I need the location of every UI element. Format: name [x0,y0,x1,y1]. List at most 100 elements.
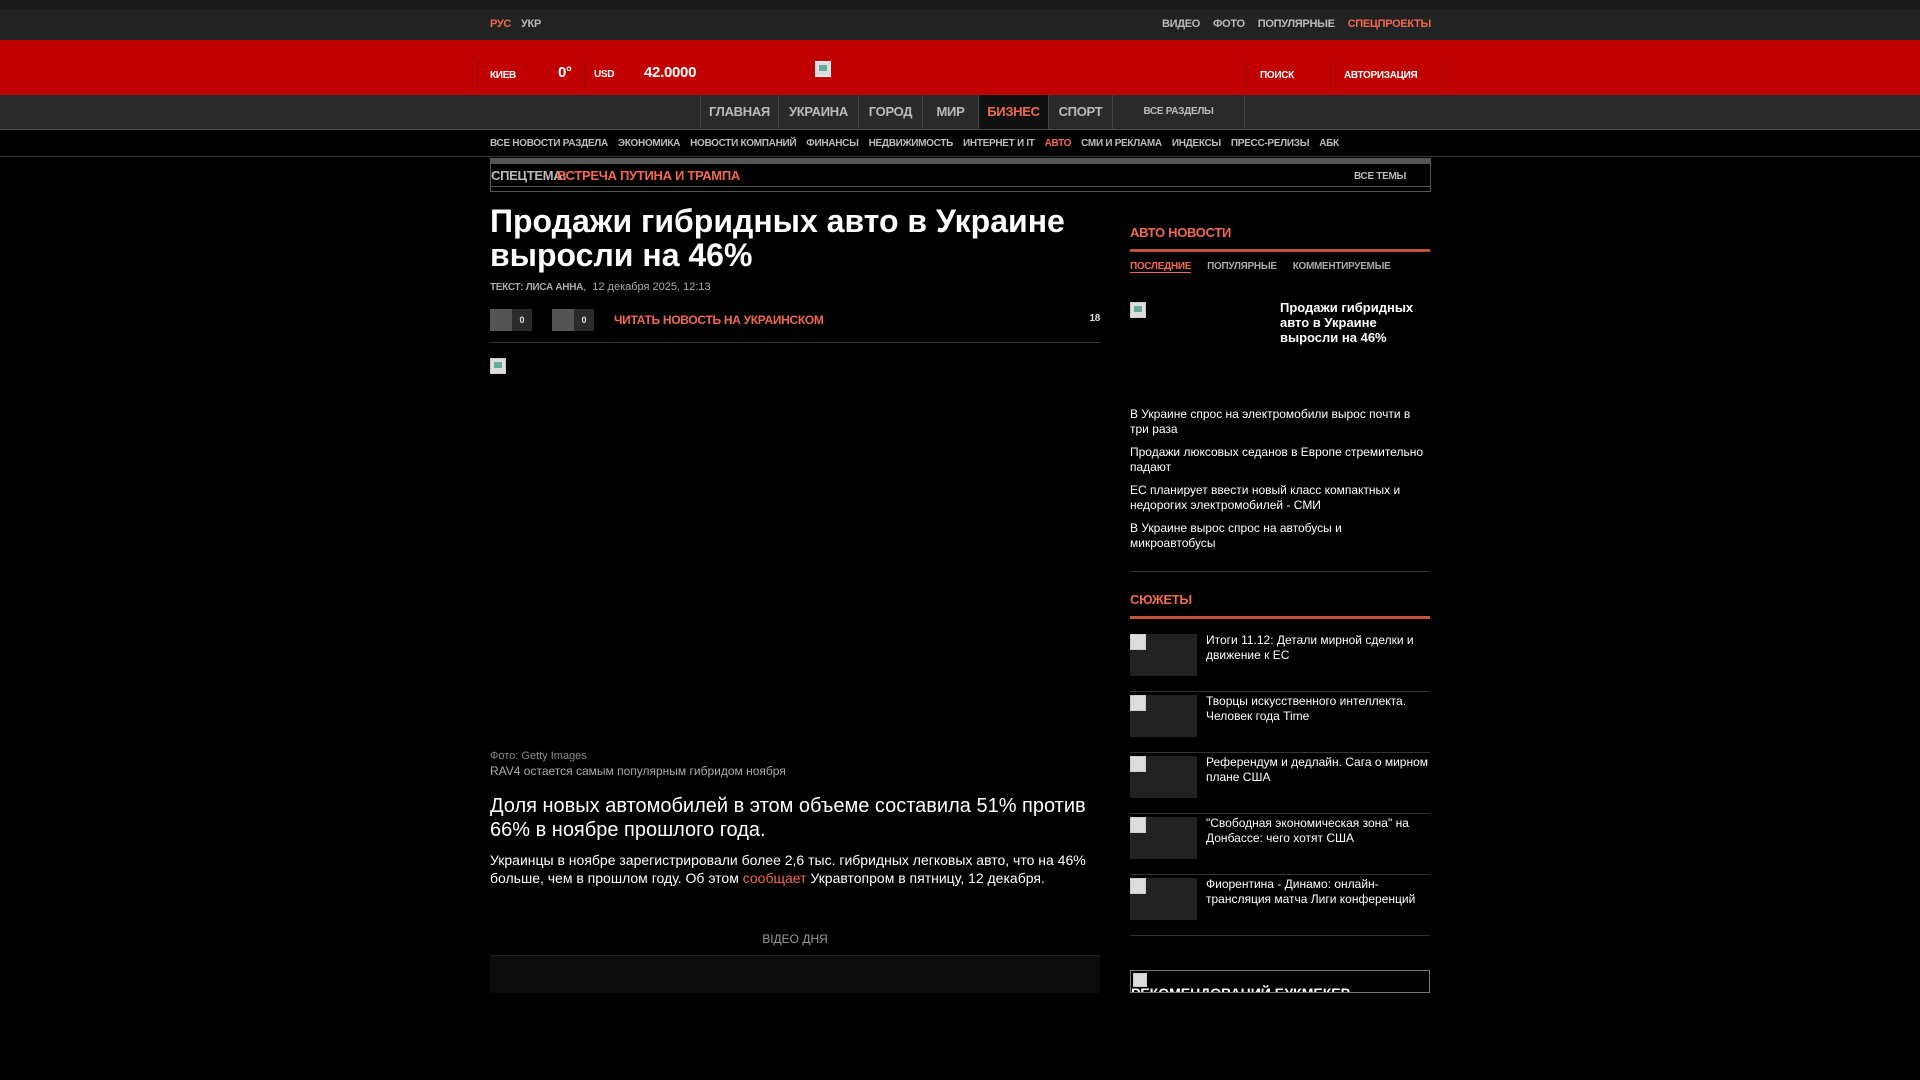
story-thumbnail-icon [1130,817,1197,859]
subnav-economy[interactable]: ЭКОНОМИКА [618,138,680,149]
divider [1130,249,1430,252]
subnav-abk[interactable]: АБК [1319,138,1339,149]
header-divider [1330,60,1331,88]
top-strip [0,0,1920,10]
nav-business[interactable]: БИЗНЕС [978,95,1048,129]
article-date: 12 декабря 2025, 12:13 [592,281,711,293]
topnav-specprojects[interactable]: СПЕЦПРОЕКТЫ [1348,18,1432,30]
site-logo-icon[interactable] [815,61,831,77]
divider [1130,616,1430,619]
list-item[interactable]: В Украине вырос спрос на автобусы и микр… [1130,521,1430,559]
page-bottom [0,993,1920,1080]
subnav-press-releases[interactable]: ПРЕСС-РЕЛИЗЫ [1231,138,1310,149]
currency-code[interactable]: USD [594,69,615,80]
login-button[interactable]: АВТОРИЗАЦИЯ [1344,70,1418,81]
all-themes-link[interactable]: ВСЕ ТЕМЫ [1354,171,1406,182]
article-lead: Доля новых автомобилей в этом объеме сос… [490,795,1086,841]
topnav-popular[interactable]: ПОПУЛЯРНЫЕ [1258,18,1335,30]
news-tabs: ПОСЛЕДНИЕ ПОПУЛЯРНЫЕ КОММЕНТИРУЕМЫЕ [1130,261,1391,273]
main-nav: ГЛАВНАЯ УКРАИНА ГОРОД МИР БИЗНЕС СПОРТ В… [0,95,1920,130]
video-player[interactable] [490,955,1100,993]
list-item[interactable]: ЕС планирует ввести новый класс компактн… [1130,483,1430,521]
currency-rate: 42.0000 [644,64,697,81]
header [0,40,1920,95]
story-thumbnail-icon [1130,634,1197,676]
story-item[interactable]: Референдум и дедлайн. Сага о мирном план… [1130,753,1430,814]
story-item[interactable]: Фиорентина - Динамо: онлайн-трансляция м… [1130,875,1430,936]
special-theme-label: СПЕЦТЕМА: [491,168,567,183]
nav-ukraine[interactable]: УКРАИНА [778,95,858,129]
nav-all-sections[interactable]: ВСЕ РАЗДЕЛЫ [1112,95,1245,129]
article-byline: ТЕКСТ: ЛИСА АННА, 12 декабря 2025, 12:13 [490,281,711,293]
subnav-media[interactable]: СМИ И РЕКЛАМА [1081,138,1162,149]
topnav-video[interactable]: ВИДЕО [1162,18,1200,30]
tab-commented[interactable]: КОММЕНТИРУЕМЫЕ [1293,261,1391,273]
special-theme-link[interactable]: ВСТРЕЧА ПУТИНА И ТРАМПА [557,168,740,183]
nav-world[interactable]: МИР [922,95,978,129]
story-title[interactable]: Фиорентина - Динамо: онлайн-трансляция м… [1206,877,1430,907]
source-link[interactable]: сообщает [743,870,807,886]
stories-list: Итоги 11.12: Детали мирной сделки и движ… [1130,631,1430,936]
list-item[interactable]: Продажи люксовых седанов в Европе стреми… [1130,445,1430,483]
subnav-internet-it[interactable]: ИНТЕРНЕТ И IT [963,138,1035,149]
story-title[interactable]: Референдум и дедлайн. Сага о мирном план… [1206,755,1430,785]
facebook-icon [490,309,512,331]
topnav-photo[interactable]: ФОТО [1213,18,1245,30]
article-author[interactable]: ТЕКСТ: ЛИСА АННА [490,282,583,293]
featured-image-icon[interactable] [1130,302,1146,318]
story-thumbnail-icon [1130,756,1197,798]
subnav-all-news[interactable]: ВСЕ НОВОСТИ РАЗДЕЛА [490,138,608,149]
subnav-company-news[interactable]: НОВОСТИ КОМПАНИЙ [690,138,797,149]
tab-popular[interactable]: ПОПУЛЯРНЫЕ [1207,261,1277,273]
stories-heading[interactable]: СЮЖЕТЫ [1130,592,1192,607]
story-title[interactable]: Творцы искусственного интеллекта. Челове… [1206,694,1430,724]
facebook-share-button[interactable]: 0 [490,309,532,331]
language-bar: РУС УКР ВИДЕО ФОТО ПОПУЛЯРНЫЕ СПЕЦПРОЕКТ… [0,10,1920,40]
nav-city[interactable]: ГОРОД [858,95,922,129]
header-divider [477,60,478,88]
paragraph-text: Укравтопром в пятницу, 12 декабря. [806,870,1045,886]
divider [1130,571,1430,572]
nav-home[interactable]: ГЛАВНАЯ [700,95,778,129]
article-image-icon [490,358,506,374]
comments-count[interactable]: 18 [1089,313,1100,324]
subnav-finance[interactable]: ФИНАНСЫ [806,138,859,149]
video-of-day-label: ВІДЕО ДНЯ [762,932,828,946]
tab-latest[interactable]: ПОСЛЕДНИЕ [1130,261,1191,273]
bookmaker-title: РЕКОМЕНДОВАНИЙ БУКМЕКЕР [1131,985,1350,993]
share-count: 0 [512,309,532,331]
photo-caption: RAV4 остается самым популярным гибридом … [490,764,786,778]
weather-temp: 0° [558,64,572,81]
divider [491,186,1430,187]
article-paragraph: Украинцы в ноябре зарегистрировали более… [490,851,1100,887]
lang-ukr-link[interactable]: УКР [521,18,541,30]
header-divider [1443,60,1444,88]
story-item[interactable]: Творцы искусственного интеллекта. Челове… [1130,692,1430,753]
top-nav: ВИДЕО ФОТО ПОПУЛЯРНЫЕ СПЕЦПРОЕКТЫ [1162,18,1431,30]
weather-city[interactable]: КИЕВ [490,70,516,81]
telegram-share-button[interactable]: 0 [552,309,594,331]
search-button[interactable]: ПОИСК [1260,70,1294,81]
header-divider [1246,60,1247,88]
header-divider [584,60,585,88]
story-item[interactable]: Итоги 11.12: Детали мирной сделки и движ… [1130,631,1430,692]
featured-news-title[interactable]: Продажи гибридных авто в Украине выросли… [1280,300,1430,345]
story-title[interactable]: "Свободная экономическая зона" на Донбас… [1206,816,1430,846]
bookmaker-banner[interactable]: РЕКОМЕНДОВАНИЙ БУКМЕКЕР [1130,970,1430,993]
story-thumbnail-icon [1130,695,1197,737]
subnav-indexes[interactable]: ИНДЕКСЫ [1172,138,1221,149]
story-item[interactable]: "Свободная экономическая зона" на Донбас… [1130,814,1430,875]
lang-rus-link[interactable]: РУС [490,18,511,30]
photo-credit: Фото: Getty Images [490,750,587,762]
list-item[interactable]: В Украине спрос на электромобили вырос п… [1130,407,1430,445]
nav-sport[interactable]: СПОРТ [1048,95,1112,129]
read-in-ukrainian-link[interactable]: ЧИТАТЬ НОВОСТЬ НА УКРАИНСКОМ [614,313,824,327]
article-title: Продажи гибридных авто в Украине выросли… [490,203,1065,273]
sub-nav: ВСЕ НОВОСТИ РАЗДЕЛА ЭКОНОМИКА НОВОСТИ КО… [0,131,1920,157]
subnav-realty[interactable]: НЕДВИЖИМОСТЬ [869,138,954,149]
subnav-auto[interactable]: АВТО [1045,138,1072,149]
story-title[interactable]: Итоги 11.12: Детали мирной сделки и движ… [1206,633,1430,663]
telegram-icon [552,309,574,331]
share-count: 0 [574,309,594,331]
auto-news-heading[interactable]: АВТО НОВОСТИ [1130,225,1231,240]
